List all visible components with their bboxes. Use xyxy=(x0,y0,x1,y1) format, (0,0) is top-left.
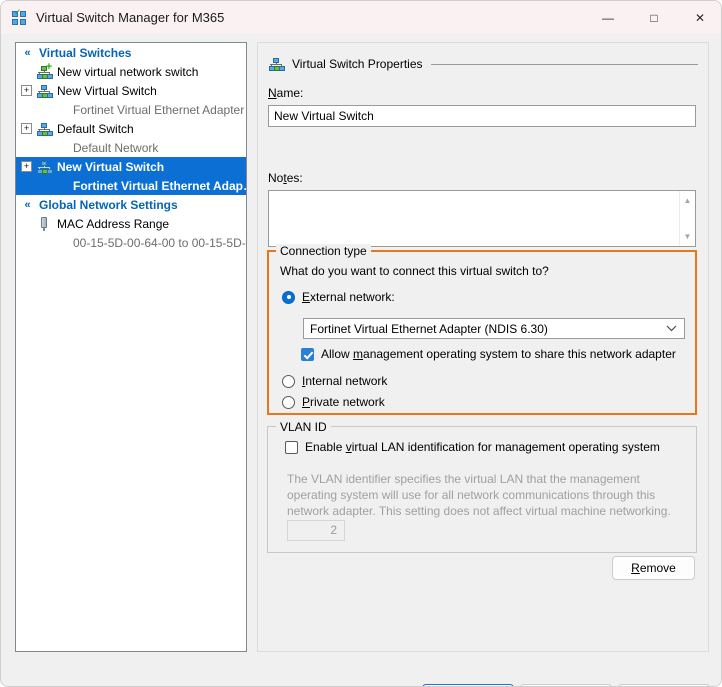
minimize-icon[interactable]: — xyxy=(585,1,631,34)
tree-item-sublabel: Default Network xyxy=(73,140,159,155)
tree-section-virtual-switches[interactable]: « Virtual Switches xyxy=(16,43,246,62)
remove-button[interactable]: Remove xyxy=(612,556,695,580)
network-adapter-value: Fortinet Virtual Ethernet Adapter (NDIS … xyxy=(310,321,548,336)
radio-private-label: Private network xyxy=(302,395,385,409)
tree-item-label: MAC Address Range xyxy=(57,216,170,231)
radio-external-label: External network: xyxy=(302,290,395,304)
expander-icon[interactable]: + xyxy=(21,85,32,96)
vlan-id-input[interactable]: 2 xyxy=(287,520,345,541)
checkbox-allow-management-os[interactable]: Allow management operating system to sha… xyxy=(301,347,676,361)
expander-icon[interactable]: + xyxy=(21,161,32,172)
checkbox-enable-vlan-indicator[interactable] xyxy=(285,440,298,454)
switch-add-icon: + xyxy=(36,60,53,80)
maximize-icon[interactable]: □ xyxy=(631,1,677,34)
tree-item-new-virtual-switch-1[interactable]: + New Virtual Switch xyxy=(16,81,246,100)
plus-icon: + xyxy=(45,60,53,73)
tree-item-sublabel: 00-15-5D-00-64-00 to 00-15-5D-0… xyxy=(73,235,247,250)
connection-type-question: What do you want to connect this virtual… xyxy=(280,264,549,278)
checkbox-enable-vlan-label: Enable virtual LAN identification for ma… xyxy=(305,440,660,454)
tree-item-label: Default Switch xyxy=(57,121,134,136)
switch-icon xyxy=(36,159,53,175)
radio-internal-indicator[interactable] xyxy=(282,374,295,388)
name-input[interactable] xyxy=(268,105,696,127)
window-title: Virtual Switch Manager for M365 xyxy=(36,10,225,25)
scroll-down-icon[interactable]: ▼ xyxy=(680,229,695,244)
tree-item-subtitle-2[interactable]: Default Network xyxy=(16,138,246,157)
tree-item-label: New virtual network switch xyxy=(57,64,199,79)
tree-item-new-virtual-network-switch[interactable]: + New virtual network switch xyxy=(16,60,246,81)
notes-label: Notes: xyxy=(268,171,303,185)
virtual-switch-manager-window: ✓ Virtual Switch Manager for M365 — □ ✕ … xyxy=(0,0,722,687)
tree-item-default-switch[interactable]: + Default Switch xyxy=(16,119,246,138)
window-controls: — □ ✕ xyxy=(585,1,721,34)
header-divider xyxy=(430,63,698,65)
scroll-up-icon[interactable]: ▲ xyxy=(680,193,695,208)
tree-item-label: New Virtual Switch xyxy=(57,83,157,98)
name-label: Name: xyxy=(268,86,304,100)
radio-external-network[interactable]: External network: xyxy=(282,290,395,304)
tree-section-label: Virtual Switches xyxy=(39,45,132,60)
network-adapter-dropdown[interactable]: Fortinet Virtual Ethernet Adapter (NDIS … xyxy=(303,318,685,339)
title-bar: ✓ Virtual Switch Manager for M365 — □ ✕ xyxy=(1,1,721,34)
vlan-id-group: VLAN ID Enable virtual LAN identificatio… xyxy=(267,420,697,553)
radio-external-indicator[interactable] xyxy=(282,290,295,304)
check-badge-icon: ✓ xyxy=(14,6,22,17)
virtual-switch-properties-header: Virtual Switch Properties xyxy=(268,55,698,73)
vlan-id-legend: VLAN ID xyxy=(276,420,331,434)
tree-section-global-network-settings[interactable]: « Global Network Settings xyxy=(16,195,246,214)
section-title: Virtual Switch Properties xyxy=(292,57,423,71)
switch-icon xyxy=(268,56,285,72)
tree-item-sublabel: Fortinet Virtual Ethernet Adap… xyxy=(73,178,247,193)
tree-item-sublabel: Fortinet Virtual Ethernet Adapter (… xyxy=(73,102,247,117)
close-icon[interactable]: ✕ xyxy=(677,1,721,34)
switch-icon xyxy=(36,121,53,137)
virtual-switch-icon: ✓ xyxy=(11,6,27,26)
tree-item-new-virtual-switch-selected[interactable]: + New Virtual Switch xyxy=(16,157,246,176)
radio-internal-label: Internal network xyxy=(302,374,388,388)
chevron-up-icon: « xyxy=(24,198,31,211)
connection-type-group: Connection type What do you want to conn… xyxy=(267,244,697,415)
notes-textarea[interactable]: ▲ ▼ xyxy=(268,190,696,247)
radio-private-indicator[interactable] xyxy=(282,395,295,409)
checkbox-allow-management-label: Allow management operating system to sha… xyxy=(321,347,676,361)
checkbox-enable-vlan[interactable]: Enable virtual LAN identification for ma… xyxy=(285,440,660,454)
radio-private-network[interactable]: Private network xyxy=(282,395,385,409)
tree-item-subtitle-1[interactable]: Fortinet Virtual Ethernet Adapter (… xyxy=(16,100,246,119)
properties-panel: Virtual Switch Properties Name: Notes: ▲… xyxy=(257,42,709,652)
tree-item-subtitle-selected[interactable]: Fortinet Virtual Ethernet Adap… xyxy=(16,176,246,195)
expander-icon[interactable]: + xyxy=(21,123,32,134)
mac-address-icon xyxy=(36,216,52,232)
chevron-up-icon: « xyxy=(24,46,31,59)
dialog-content: « Virtual Switches + New virtual network… xyxy=(1,34,721,686)
chevron-down-icon xyxy=(666,324,677,334)
tree-item-label: New Virtual Switch xyxy=(57,159,165,174)
radio-internal-network[interactable]: Internal network xyxy=(282,374,387,388)
tree-item-mac-address-sublabel-row[interactable]: 00-15-5D-00-64-00 to 00-15-5D-0… xyxy=(16,233,246,252)
connection-type-legend: Connection type xyxy=(276,244,371,258)
vlan-description: The VLAN identifier specifies the virtua… xyxy=(287,472,671,518)
notes-scrollbar[interactable]: ▲ ▼ xyxy=(679,191,695,246)
remove-button-label: Remove xyxy=(631,561,676,575)
switch-icon xyxy=(36,83,53,99)
tree-item-mac-address-range[interactable]: MAC Address Range xyxy=(16,214,246,233)
tree-section-label: Global Network Settings xyxy=(39,197,178,212)
checkbox-allow-management-indicator[interactable] xyxy=(301,347,314,361)
virtual-switch-tree[interactable]: « Virtual Switches + New virtual network… xyxy=(15,42,247,652)
